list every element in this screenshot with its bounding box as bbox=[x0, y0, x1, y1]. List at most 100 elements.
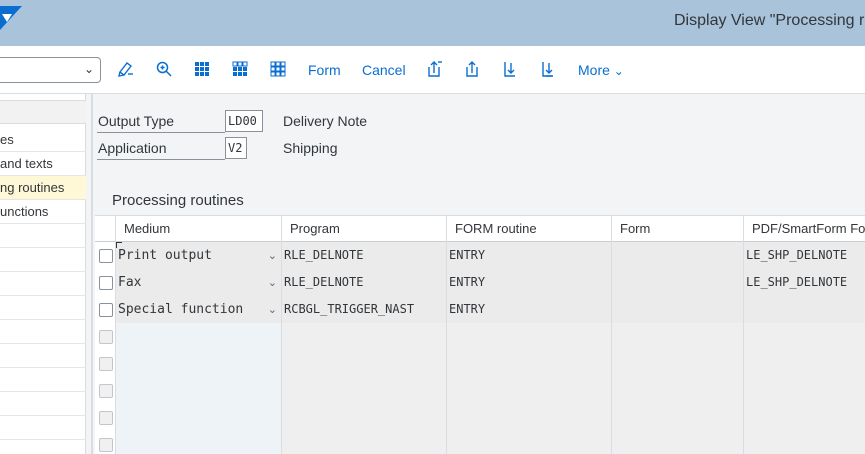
medium-cell[interactable]: Print output ⌄ bbox=[116, 242, 282, 269]
row-select-checkbox[interactable] bbox=[99, 357, 113, 371]
medium-cell[interactable] bbox=[116, 431, 282, 454]
program-cell[interactable] bbox=[282, 404, 447, 431]
previous-page-icon[interactable] bbox=[463, 60, 481, 78]
command-dropdown[interactable]: ⌄ bbox=[0, 57, 101, 83]
form-cell[interactable] bbox=[612, 242, 744, 269]
form-cell[interactable] bbox=[612, 377, 744, 404]
nav-empty-row bbox=[0, 248, 86, 272]
form-routine-cell[interactable]: ENTRY bbox=[447, 269, 612, 296]
form-button[interactable]: Form bbox=[308, 62, 341, 78]
section-title: Processing routines bbox=[112, 192, 244, 209]
sap-logo-mark bbox=[2, 14, 12, 22]
nav-item-mail-title-texts[interactable]: and texts bbox=[0, 152, 86, 176]
form-routine-cell[interactable]: ENTRY bbox=[447, 242, 612, 269]
program-cell[interactable] bbox=[282, 350, 447, 377]
program-cell[interactable]: RLE_DELNOTE bbox=[282, 269, 447, 296]
form-routine-cell[interactable] bbox=[447, 431, 612, 454]
table-row-empty bbox=[95, 323, 865, 350]
program-cell[interactable] bbox=[282, 377, 447, 404]
program-cell[interactable] bbox=[282, 431, 447, 454]
program-cell[interactable]: RLE_DELNOTE bbox=[282, 242, 447, 269]
pdf-smartform-cell[interactable]: LE_SHP_DELNOTE bbox=[744, 242, 865, 269]
medium-cell[interactable] bbox=[116, 350, 282, 377]
row-selector[interactable] bbox=[95, 350, 116, 377]
row-selector[interactable] bbox=[95, 431, 116, 454]
output-type-field[interactable]: LD00 bbox=[225, 110, 263, 132]
application-label: Application bbox=[98, 140, 167, 156]
deselect-all-icon[interactable] bbox=[269, 60, 287, 78]
first-page-icon[interactable] bbox=[425, 60, 443, 78]
last-page-icon[interactable] bbox=[539, 60, 557, 78]
form-cell[interactable] bbox=[612, 431, 744, 454]
column-header-form[interactable]: Form bbox=[612, 216, 744, 242]
row-selector[interactable] bbox=[95, 242, 116, 269]
nav-item-label: ng routines bbox=[0, 180, 65, 195]
form-cell[interactable] bbox=[612, 296, 744, 323]
pdf-smartform-cell[interactable] bbox=[744, 323, 865, 350]
application-description: Shipping bbox=[283, 140, 338, 156]
column-header-program[interactable]: Program bbox=[282, 216, 447, 242]
pdf-smartform-cell[interactable] bbox=[744, 377, 865, 404]
table-row-empty bbox=[95, 404, 865, 431]
form-cell[interactable] bbox=[612, 269, 744, 296]
row-selector[interactable] bbox=[95, 404, 116, 431]
row-select-checkbox[interactable] bbox=[99, 249, 113, 263]
row-select-checkbox[interactable] bbox=[99, 411, 113, 425]
pdf-smartform-cell[interactable]: LE_SHP_DELNOTE bbox=[744, 269, 865, 296]
row-select-checkbox[interactable] bbox=[99, 276, 113, 290]
pdf-smartform-cell[interactable] bbox=[744, 350, 865, 377]
nav-empty-row bbox=[0, 392, 86, 416]
output-type-description: Delivery Note bbox=[283, 113, 368, 129]
pane-splitter[interactable] bbox=[91, 94, 93, 454]
nav-item-output-types[interactable]: es bbox=[0, 128, 86, 152]
column-header-medium[interactable]: Medium bbox=[116, 216, 282, 242]
application-field[interactable]: V2 bbox=[225, 137, 247, 159]
chevron-down-icon[interactable]: ⌄ bbox=[268, 296, 277, 323]
find-icon[interactable] bbox=[155, 60, 173, 78]
nav-item-processing-routines[interactable]: ng routines bbox=[0, 176, 86, 200]
medium-cell[interactable]: Special function ⌄ bbox=[116, 296, 282, 323]
next-page-icon[interactable] bbox=[501, 60, 519, 78]
form-cell[interactable] bbox=[612, 323, 744, 350]
row-selector[interactable] bbox=[95, 323, 116, 350]
medium-cell[interactable] bbox=[116, 404, 282, 431]
form-cell[interactable] bbox=[612, 350, 744, 377]
row-selector[interactable] bbox=[95, 269, 116, 296]
medium-cell[interactable] bbox=[116, 377, 282, 404]
row-select-checkbox[interactable] bbox=[99, 303, 113, 317]
form-routine-cell[interactable] bbox=[447, 323, 612, 350]
form-routine-cell[interactable] bbox=[447, 350, 612, 377]
row-selector[interactable] bbox=[95, 377, 116, 404]
select-all-icon[interactable] bbox=[193, 60, 211, 78]
pdf-smartform-cell[interactable] bbox=[744, 431, 865, 454]
medium-cell[interactable]: Fax ⌄ bbox=[116, 269, 282, 296]
form-routine-cell[interactable] bbox=[447, 404, 612, 431]
glasses-icon[interactable] bbox=[117, 60, 135, 78]
pdf-smartform-cell[interactable] bbox=[744, 296, 865, 323]
row-select-checkbox[interactable] bbox=[99, 330, 113, 344]
form-cell[interactable] bbox=[612, 404, 744, 431]
row-select-checkbox[interactable] bbox=[99, 384, 113, 398]
application-label-underline bbox=[97, 159, 225, 160]
more-button[interactable]: More ⌄ bbox=[578, 62, 624, 78]
table-row: Special function ⌄ RCBGL_TRIGGER_NAST EN… bbox=[95, 296, 865, 323]
program-cell[interactable]: RCBGL_TRIGGER_NAST bbox=[282, 296, 447, 323]
select-block-icon[interactable] bbox=[231, 60, 249, 78]
row-selector[interactable] bbox=[95, 296, 116, 323]
column-header-pdf-smartform[interactable]: PDF/SmartForm Fo bbox=[744, 216, 865, 242]
chevron-down-icon[interactable]: ⌄ bbox=[268, 269, 277, 296]
row-select-checkbox[interactable] bbox=[99, 438, 113, 452]
program-cell[interactable] bbox=[282, 323, 447, 350]
output-type-label-underline bbox=[97, 132, 225, 133]
select-all-rows-header[interactable] bbox=[95, 216, 116, 242]
column-header-form-routine[interactable]: FORM routine bbox=[447, 216, 612, 242]
sap-logo[interactable] bbox=[0, 6, 22, 30]
cancel-button[interactable]: Cancel bbox=[362, 62, 406, 78]
chevron-down-icon[interactable]: ⌄ bbox=[268, 242, 277, 269]
nav-item-partner-functions[interactable]: unctions bbox=[0, 200, 86, 224]
medium-value: Print output bbox=[118, 248, 212, 263]
pdf-smartform-cell[interactable] bbox=[744, 404, 865, 431]
form-routine-cell[interactable] bbox=[447, 377, 612, 404]
form-routine-cell[interactable]: ENTRY bbox=[447, 296, 612, 323]
medium-cell[interactable] bbox=[116, 323, 282, 350]
